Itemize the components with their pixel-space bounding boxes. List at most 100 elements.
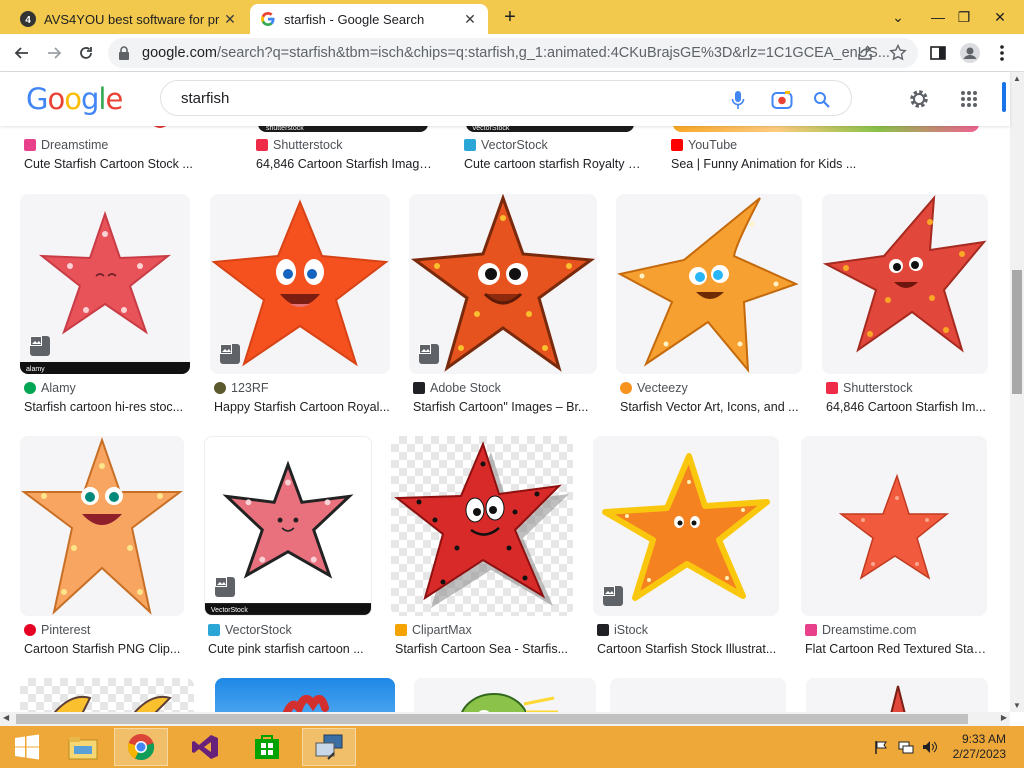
file-explorer-icon[interactable] <box>56 728 110 766</box>
vertical-scroll-thumb[interactable] <box>1012 270 1022 394</box>
windows-start-icon[interactable] <box>0 728 54 766</box>
result-thumbnail[interactable] <box>414 678 596 712</box>
image-result-card[interactable]: YouTube Sea | Funny Animation for Kids .… <box>667 126 985 186</box>
result-caption[interactable]: Cute pink starfish cartoon ... <box>208 642 372 656</box>
result-thumbnail[interactable] <box>391 436 573 616</box>
result-caption[interactable]: Flat Cartoon Red Textured Star... <box>805 642 987 656</box>
address-bar[interactable]: google.com/search?q=starfish&tbm=isch&ch… <box>108 38 918 68</box>
result-thumbnail[interactable] <box>673 126 979 132</box>
result-thumbnail[interactable] <box>215 678 395 712</box>
share-icon[interactable] <box>852 39 880 67</box>
result-caption[interactable]: Cartoon Starfish Stock Illustrat... <box>597 642 777 656</box>
result-source[interactable]: Dreamstime <box>24 137 108 153</box>
result-caption[interactable]: 64,846 Cartoon Starfish Image... <box>256 157 434 171</box>
image-result-card[interactable]: Adobe Stock Starfish Cartoon" Images – B… <box>409 194 597 424</box>
result-source[interactable]: Pinterest <box>24 622 90 638</box>
result-source[interactable]: Shutterstock <box>256 137 342 153</box>
result-thumbnail[interactable]: VectorStock <box>466 126 634 132</box>
image-result-card[interactable]: Vecteezy Starfish Vector Art, Icons, and… <box>616 194 802 424</box>
result-thumbnail[interactable]: shutterstock <box>258 126 428 132</box>
scroll-down-arrow-icon[interactable]: ▼ <box>1013 701 1021 710</box>
image-result-card[interactable] <box>610 678 786 712</box>
image-result-card[interactable]: Shutterstock 64,846 Cartoon Starfish Im.… <box>822 194 988 424</box>
scroll-up-arrow-icon[interactable]: ▲ <box>1013 74 1021 83</box>
search-icon[interactable] <box>811 89 833 111</box>
result-thumbnail[interactable] <box>20 678 194 712</box>
remote-desktop-icon[interactable] <box>302 728 356 766</box>
result-thumbnail[interactable] <box>610 678 786 712</box>
search-input[interactable] <box>181 89 701 107</box>
image-result-card[interactable]: Dreamstime Cute Starfish Cartoon Stock .… <box>20 126 193 186</box>
result-thumbnail[interactable] <box>210 194 390 374</box>
result-thumbnail[interactable] <box>20 436 184 616</box>
result-thumbnail[interactable] <box>616 194 802 374</box>
restore-icon[interactable]: ❐ <box>944 0 984 34</box>
image-result-card[interactable] <box>414 678 596 712</box>
result-thumbnail[interactable]: VectorStock <box>204 436 372 616</box>
search-box[interactable] <box>160 80 852 116</box>
horizontal-scroll-thumb[interactable] <box>16 714 968 724</box>
network-icon[interactable] <box>898 740 914 754</box>
image-result-card[interactable]: iStock Cartoon Starfish Stock Illustrat.… <box>593 436 781 666</box>
result-caption[interactable]: Starfish Vector Art, Icons, and ... <box>620 400 800 414</box>
result-thumbnail[interactable] <box>806 678 988 712</box>
new-tab-button[interactable]: + <box>498 6 522 30</box>
result-source[interactable]: YouTube <box>671 137 737 153</box>
image-result-card[interactable]: Dreamstime.com Flat Cartoon Red Textured… <box>801 436 989 666</box>
tab-google-search[interactable]: starfish - Google Search ✕ <box>250 4 488 34</box>
scroll-left-arrow-icon[interactable]: ◀ <box>3 713 9 722</box>
result-source[interactable]: VectorStock <box>464 137 548 153</box>
result-source[interactable]: Shutterstock <box>826 380 912 396</box>
result-thumbnail[interactable]: alamy <box>20 194 190 374</box>
result-source[interactable]: VectorStock <box>208 622 292 638</box>
image-result-card[interactable]: shutterstock Shutterstock 64,846 Cartoon… <box>252 126 434 186</box>
result-caption[interactable]: Cute cartoon starfish Royalty F... <box>464 157 644 171</box>
result-caption[interactable]: Starfish Cartoon" Images – Br... <box>413 400 595 414</box>
result-thumbnail[interactable] <box>593 436 779 616</box>
image-result-card[interactable] <box>20 678 196 712</box>
close-tab-icon[interactable]: ✕ <box>220 9 240 29</box>
result-source[interactable]: Alamy <box>24 380 76 396</box>
result-thumbnail[interactable] <box>409 194 597 374</box>
horizontal-scrollbar[interactable]: ◀ ▶ <box>0 712 1010 726</box>
result-source[interactable]: 123RF <box>214 380 269 396</box>
result-source[interactable]: Dreamstime.com <box>805 622 916 638</box>
result-caption[interactable]: Sea | Funny Animation for Kids ... <box>671 157 871 171</box>
tab-avs4you[interactable]: 4 AVS4YOU best software for proce ✕ <box>10 4 248 34</box>
apps-grid-icon[interactable] <box>956 86 982 112</box>
kebab-menu-icon[interactable] <box>988 39 1016 67</box>
result-source[interactable]: ClipartMax <box>395 622 472 638</box>
volume-speaker-icon[interactable] <box>922 740 938 754</box>
image-result-card[interactable] <box>215 678 395 712</box>
google-logo[interactable]: Google <box>26 82 123 116</box>
result-source[interactable]: Adobe Stock <box>413 380 501 396</box>
result-source[interactable]: Vecteezy <box>620 380 688 396</box>
scroll-right-arrow-icon[interactable]: ▶ <box>1001 713 1007 722</box>
result-caption[interactable]: 64,846 Cartoon Starfish Im... <box>826 400 990 414</box>
system-clock[interactable]: 9:33 AM 2/27/2023 <box>953 732 1006 762</box>
result-caption[interactable]: Cute Starfish Cartoon Stock ... <box>24 157 196 171</box>
image-result-card[interactable]: ClipartMax Starfish Cartoon Sea - Starfi… <box>391 436 575 666</box>
close-tab-icon[interactable]: ✕ <box>460 9 480 29</box>
tab-search-chevron-icon[interactable]: ⌄ <box>878 0 918 34</box>
google-lens-camera-icon[interactable] <box>771 89 793 111</box>
result-caption[interactable]: Starfish Cartoon Sea - Starfis... <box>395 642 573 656</box>
result-caption[interactable]: Starfish cartoon hi-res stoc... <box>24 400 192 414</box>
bookmark-star-icon[interactable] <box>884 39 912 67</box>
windows-store-icon[interactable] <box>240 728 294 766</box>
forward-arrow-icon[interactable] <box>40 39 68 67</box>
chrome-icon[interactable] <box>114 728 168 766</box>
vertical-scrollbar[interactable]: ▲ ▼ <box>1010 72 1024 712</box>
back-arrow-icon[interactable] <box>8 39 36 67</box>
result-caption[interactable]: Cartoon Starfish PNG Clip... <box>24 642 184 656</box>
image-result-card[interactable]: VectorStock VectorStock Cute cartoon sta… <box>460 126 644 186</box>
result-caption[interactable]: Happy Starfish Cartoon Royal... <box>214 400 392 414</box>
side-panel-icon[interactable] <box>924 39 952 67</box>
result-thumbnail[interactable] <box>822 194 988 374</box>
image-result-card[interactable]: alamy Alamy Starfish cartoon hi-res stoc… <box>20 194 192 424</box>
result-thumbnail[interactable] <box>20 126 192 132</box>
flag-notification-icon[interactable] <box>874 740 890 754</box>
image-result-card[interactable] <box>806 678 990 712</box>
reload-icon[interactable] <box>72 39 100 67</box>
microphone-icon[interactable] <box>727 89 749 111</box>
